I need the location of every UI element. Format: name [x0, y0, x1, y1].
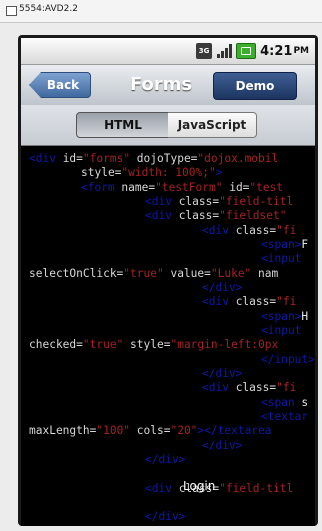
code-line: </input> — [261, 353, 315, 366]
clock-time: 4:21 — [260, 43, 293, 59]
code-line: </div> — [145, 453, 186, 466]
code-line: </div> — [202, 439, 243, 452]
code-line: <div class="fi — [202, 381, 297, 394]
heading-bar: Back Forms Demo — [21, 65, 315, 106]
code-line: <div class="field-titl — [145, 195, 294, 208]
network-3g-icon: 3G — [196, 43, 213, 59]
tab-javascript[interactable]: JavaScript — [168, 112, 257, 138]
login-label: Login — [183, 479, 216, 493]
code-line: <div id="forms" dojoType="dojox.mobil — [29, 152, 279, 165]
code-line: <div class="fieldset" — [145, 209, 287, 222]
status-bar: 3G 4:21 PM — [21, 38, 315, 65]
emulator-title-bar: 5554:AVD2.2 — [0, 0, 322, 23]
signal-strength-icon — [216, 43, 233, 59]
code-line: checked="true" style="margin-left:0px — [29, 338, 279, 351]
code-line: <span s — [261, 396, 309, 409]
tab-html[interactable]: HTML — [76, 112, 170, 138]
code-line: </div> — [202, 281, 243, 294]
code-line: <form name="testForm" id="test — [81, 181, 284, 194]
window-title: 5554:AVD2.2 — [19, 4, 78, 14]
source-code-view[interactable]: <div id="forms" dojoType="dojox.mobil st… — [21, 146, 315, 526]
code-line: <div class="fi — [202, 224, 297, 237]
code-line: </div> — [202, 367, 243, 380]
code-line: </div> — [145, 510, 186, 523]
battery-charging-icon — [236, 43, 257, 59]
code-line: style="width: 100%;"> — [81, 166, 223, 179]
clock-ampm: PM — [293, 46, 309, 56]
back-button[interactable]: Back — [29, 72, 91, 98]
device-frame: 3G 4:21 PM Back Forms Demo HTML JavaScri… — [18, 35, 318, 526]
code-line: <div class="fi — [202, 295, 297, 308]
code-line: <div class="field-titl — [145, 482, 294, 495]
code-line: <input — [261, 252, 302, 265]
code-line: <textar — [261, 410, 309, 423]
device-screen: 3G 4:21 PM Back Forms Demo HTML JavaScri… — [21, 38, 315, 526]
code-line: <input — [261, 324, 302, 337]
code-line: selectOnClick="true" value="Luke" nam — [29, 267, 279, 280]
code-line: maxLength="100" cols="20"></textarea — [29, 424, 272, 437]
code-line: <span>F — [261, 238, 309, 251]
code-line: <span>H — [261, 310, 309, 323]
page-title: Forms — [129, 74, 193, 95]
segmented-tab-bar: HTML JavaScript — [21, 105, 315, 146]
window-icon — [6, 6, 17, 16]
demo-button[interactable]: Demo — [213, 72, 297, 100]
